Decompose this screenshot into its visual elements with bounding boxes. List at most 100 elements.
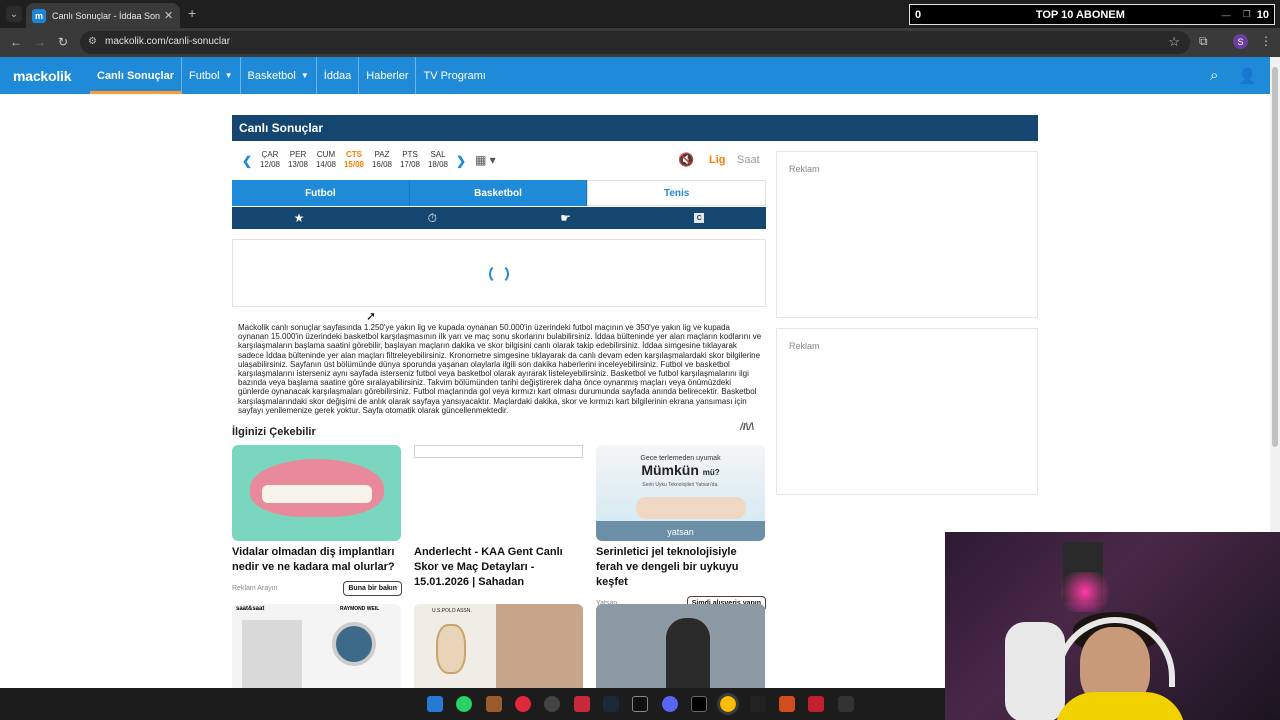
sort-saat[interactable]: Saat: [737, 154, 760, 166]
game2-icon[interactable]: [808, 696, 824, 712]
app-icon[interactable]: [574, 696, 590, 712]
mute-icon[interactable]: 🔇: [678, 152, 694, 168]
polo-ad-image[interactable]: U.S.POLO ASSN.: [414, 604, 583, 688]
day-car[interactable]: ÇAR 12/08: [256, 150, 284, 170]
suggested-card[interactable]: saat&saat RAYMOND WEIL: [232, 604, 402, 688]
watch-ad-image[interactable]: saat&saat RAYMOND WEIL: [232, 604, 401, 688]
overlay-left-count: 0: [915, 8, 922, 21]
url-bar[interactable]: ⚙ mackolik.com/canli-sonuclar ☆: [80, 31, 1190, 54]
search-icon[interactable]: ⌕: [1210, 67, 1218, 84]
user-icon[interactable]: 👤: [1238, 67, 1257, 85]
next-day-icon[interactable]: ❯: [456, 154, 466, 168]
news-photo-image[interactable]: [596, 604, 765, 688]
menu-futbol[interactable]: Futbol ▼: [182, 57, 241, 94]
restore-icon[interactable]: ❐: [1243, 9, 1251, 20]
app2-icon[interactable]: [750, 696, 766, 712]
card-cta-button[interactable]: Buna bir bakın: [343, 581, 402, 596]
card-headline[interactable]: Vidalar olmadan diş implantları nedir ve…: [232, 545, 402, 575]
tab-tenis[interactable]: Tenis: [587, 180, 767, 206]
filter-bar: ★ ⏱ ☛ C: [232, 207, 766, 229]
ad-box[interactable]: Reklam: [776, 151, 1038, 318]
extensions-icon[interactable]: ⧉: [1199, 34, 1208, 49]
menu-haberler[interactable]: Haberler: [359, 57, 417, 94]
calendar-icon[interactable]: ▦ ▾: [475, 153, 496, 167]
back-icon[interactable]: ←: [10, 35, 22, 49]
mouse-cursor-icon: ➚: [366, 309, 377, 323]
sport-tabs: Futbol Basketbol Tenis: [232, 180, 767, 206]
tab-close-icon[interactable]: ✕: [164, 9, 173, 22]
prev-day-icon[interactable]: ❮: [242, 154, 252, 168]
chevron-down-icon: ▼: [300, 71, 309, 80]
card-headline[interactable]: Anderlecht - KAA Gent Canlı Skor ve Maç …: [414, 545, 584, 590]
steam-icon[interactable]: [603, 696, 619, 712]
sort-lig[interactable]: Lig: [709, 154, 726, 166]
ad-network-logo-icon[interactable]: /I\/\: [740, 422, 754, 433]
seo-description: Mackolik canlı sonuçlar sayfasında 1.250…: [238, 323, 762, 415]
suggested-title: İlginizi Çekebilir: [232, 426, 316, 438]
day-cts[interactable]: CTS 15/08: [340, 150, 368, 170]
menu-iddaa[interactable]: İddaa: [317, 57, 360, 94]
browser-tab[interactable]: m Canlı Sonuçlar - İddaa Sonuçları ✕: [26, 3, 180, 28]
day-cum[interactable]: CUM 14/08: [312, 150, 340, 170]
loading-spinner-icon: [489, 264, 509, 284]
results-loading-box: [232, 239, 766, 307]
overlay-title: TOP 10 ABONEM: [1035, 8, 1125, 21]
whatsapp-icon[interactable]: [456, 696, 472, 712]
stopwatch-icon[interactable]: ⏱: [428, 211, 437, 226]
webcam-overlay: [945, 532, 1280, 720]
suggested-card[interactable]: [596, 604, 766, 688]
opera-icon[interactable]: [515, 696, 531, 712]
menu-tv-programi[interactable]: TV Programı: [416, 57, 492, 94]
minimize-icon[interactable]: —: [1222, 10, 1231, 20]
browser-menu-icon[interactable]: ⋮: [1260, 34, 1272, 48]
mackolik-favicon-icon: m: [32, 8, 46, 23]
dentures-image[interactable]: [232, 445, 401, 541]
c-filter-icon[interactable]: C: [694, 213, 705, 223]
site-logo[interactable]: mackolik: [13, 68, 72, 84]
suggested-card[interactable]: Vidalar olmadan diş implantları nedir ve…: [232, 445, 402, 596]
tiktok-icon[interactable]: [691, 696, 707, 712]
card-source: Reklam Arayın: [232, 585, 278, 592]
suggested-card[interactable]: Gece terlemeden uyumak Mümkün mü? Serin …: [596, 445, 766, 611]
broken-image[interactable]: [414, 445, 583, 458]
day-sal[interactable]: SAL 18/08: [424, 150, 452, 170]
yatsan-ad-image[interactable]: Gece terlemeden uyumak Mümkün mü? Serin …: [596, 445, 765, 541]
profile-avatar[interactable]: S: [1233, 34, 1248, 49]
url-text: mackolik.com/canli-sonuclar: [105, 36, 231, 47]
tab-futbol[interactable]: Futbol: [232, 180, 410, 206]
chevron-down-icon: ▼: [224, 71, 233, 80]
ad-box[interactable]: Reklam: [776, 328, 1038, 495]
reload-icon[interactable]: ↻: [58, 35, 68, 49]
tab-search-icon[interactable]: ⌄: [6, 6, 22, 22]
game-icon[interactable]: [486, 696, 502, 712]
day-pts[interactable]: PTS 17/08: [396, 150, 424, 170]
stream-overlay-bar: 0 TOP 10 ABONEM — ❐ 10: [909, 4, 1275, 25]
day-per[interactable]: PER 13/08: [284, 150, 312, 170]
tab-basketbol[interactable]: Basketbol: [409, 180, 588, 206]
main-menu: Canlı Sonuçlar Futbol ▼ Basketbol ▼ İddaa …: [90, 57, 493, 94]
terminal-icon[interactable]: [838, 696, 854, 712]
menu-basketbol[interactable]: Basketbol ▼: [241, 57, 317, 94]
site-info-icon[interactable]: ⚙: [88, 36, 97, 47]
forward-icon[interactable]: →: [34, 35, 46, 49]
hand-icon[interactable]: ☛: [560, 211, 571, 225]
obs-icon[interactable]: [544, 696, 560, 712]
card-headline[interactable]: Serinletici jel teknolojisiyle ferah ve …: [596, 545, 766, 590]
date-bar: ❮ ÇAR 12/08 PER 13/08 CUM 14/08 CTS 15/08 PA…: [232, 146, 766, 176]
site-header: mackolik Canlı Sonuçlar Futbol ▼ Basketbo…: [0, 57, 1270, 94]
start-icon[interactable]: [427, 696, 443, 712]
epic-games-icon[interactable]: [632, 696, 648, 712]
favorites-star-icon[interactable]: ★: [294, 211, 305, 225]
chrome-icon[interactable]: [717, 693, 739, 715]
shield-icon[interactable]: [779, 696, 795, 712]
ad-label: Reklam: [789, 341, 820, 351]
new-tab-icon[interactable]: +: [188, 5, 196, 21]
suggested-card[interactable]: Anderlecht - KAA Gent Canlı Skor ve Maç …: [414, 445, 584, 590]
suggested-card[interactable]: U.S.POLO ASSN.: [414, 604, 584, 688]
tab-title: Canlı Sonuçlar - İddaa Sonuçları: [52, 10, 160, 21]
discord-icon[interactable]: [662, 696, 678, 712]
bookmark-star-icon[interactable]: ☆: [1168, 34, 1180, 50]
ad-label: Reklam: [789, 164, 820, 174]
day-paz[interactable]: PAZ 16/08: [368, 150, 396, 170]
menu-canli-sonuclar[interactable]: Canlı Sonuçlar: [90, 57, 183, 94]
